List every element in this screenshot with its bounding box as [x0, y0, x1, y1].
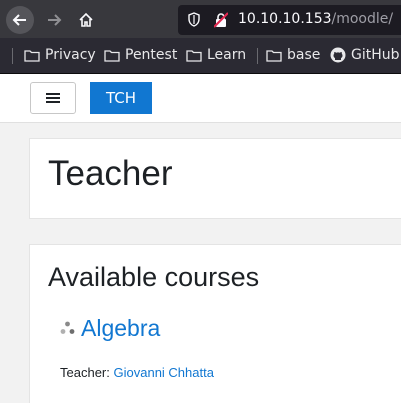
insecure-lock-icon[interactable] [214, 12, 228, 28]
home-button[interactable] [72, 6, 100, 34]
url-path: /moodle/ [331, 11, 394, 27]
bookmark-learn[interactable]: Learn [186, 47, 246, 63]
bookmark-privacy[interactable]: Privacy [24, 47, 96, 63]
available-courses-card: Available courses Algebra Teacher: Giova… [29, 244, 401, 403]
bookmark-label: Privacy [45, 47, 96, 63]
drawer-toggle-button[interactable] [30, 82, 76, 114]
hamburger-icon [46, 93, 60, 103]
github-icon [330, 47, 346, 63]
page-title: Teacher [48, 154, 173, 193]
bookmark-label: Learn [207, 47, 247, 63]
bookmark-label: GitHub [351, 47, 400, 63]
bookmark-pentest[interactable]: Pentest [104, 47, 177, 63]
bookmark-separator [257, 48, 258, 64]
bookmarks-toolbar: Privacy Pentest Learn base GitHub [0, 38, 401, 74]
bookmark-label: base [287, 47, 321, 63]
folder-icon [24, 49, 40, 62]
course-icon [60, 321, 75, 334]
bookmark-base[interactable]: base [266, 47, 320, 63]
folder-icon [104, 49, 120, 62]
back-button[interactable] [6, 6, 34, 34]
bookmark-label: Pentest [125, 47, 178, 63]
course-link[interactable]: Algebra [81, 315, 160, 342]
teacher-label: Teacher: [60, 365, 110, 380]
user-menu-button[interactable]: TCH [90, 82, 152, 114]
site-navbar: TCH [0, 74, 401, 123]
url-bar[interactable]: 10.10.10.153/moodle/ [178, 5, 401, 35]
course-item: Algebra [60, 315, 160, 342]
browser-toolbar: 10.10.10.153/moodle/ [0, 0, 401, 38]
teacher-link[interactable]: Giovanni Chhatta [114, 365, 214, 380]
url-host: 10.10.10.153 [238, 11, 332, 27]
bookmark-github[interactable]: GitHub [330, 47, 400, 63]
shield-icon[interactable] [188, 12, 200, 27]
folder-icon [186, 49, 202, 62]
arrow-right-icon [48, 14, 62, 26]
arrow-left-icon [12, 14, 26, 26]
page-content: TCH Teacher Available courses Algebra Te… [0, 74, 401, 403]
home-icon [79, 12, 93, 27]
course-teacher: Teacher: Giovanni Chhatta [60, 365, 214, 380]
section-title: Available courses [48, 262, 260, 292]
bookmark-separator [12, 48, 13, 64]
page-header-card: Teacher [29, 138, 401, 219]
folder-icon [266, 49, 282, 62]
forward-button[interactable] [40, 6, 68, 34]
url-text[interactable]: 10.10.10.153/moodle/ [238, 11, 393, 27]
